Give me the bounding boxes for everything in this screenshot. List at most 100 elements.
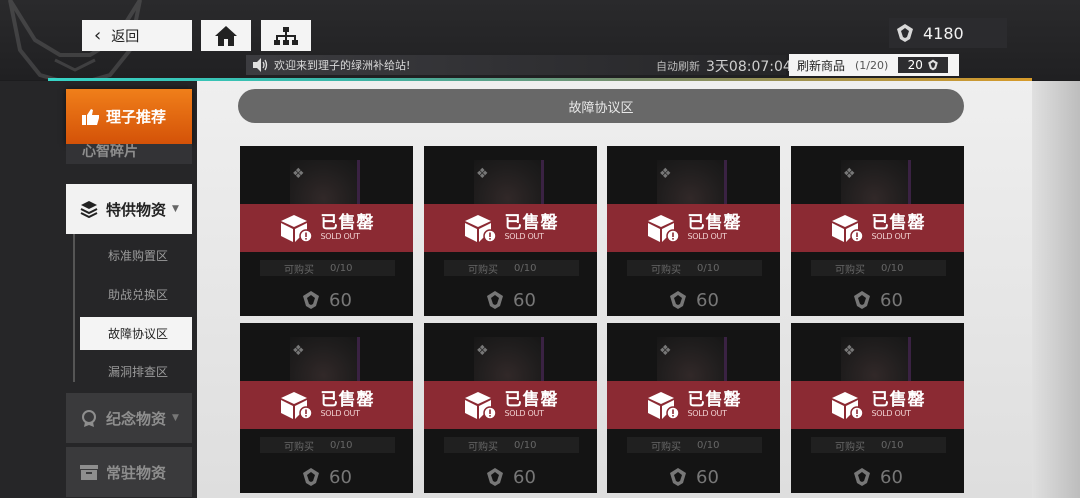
currency-emblem-icon <box>487 291 504 309</box>
price-value: 60 <box>513 466 536 488</box>
currency-emblem-icon <box>487 468 504 486</box>
product-card[interactable]: ❖ 已售罄 SOLD OUT 可购买 0/10 60 <box>240 146 413 316</box>
price: 60 <box>240 461 413 493</box>
sold-out-text: 已售罄 SOLD OUT <box>321 214 375 242</box>
box-icon <box>80 465 98 480</box>
sidebar-item-label: 理子推荐 <box>106 108 167 126</box>
price: 60 <box>424 284 597 316</box>
sold-out-label-en: SOLD OUT <box>687 232 727 241</box>
currency-emblem-icon <box>303 291 320 309</box>
sold-out-label: 已售罄 <box>504 390 559 410</box>
sidebar-subitem-standard[interactable]: 标准购置区 <box>80 239 192 272</box>
currency-emblem-icon <box>928 59 938 71</box>
price-value: 60 <box>696 289 719 311</box>
puzzle-piece-icon: ❖ <box>659 343 672 359</box>
thumbs-up-icon <box>82 108 99 125</box>
sidebar-subitem-fault-protocol[interactable]: 故障协议区 <box>80 317 192 350</box>
sold-out-box-icon <box>647 392 680 420</box>
purchase-limit-count: 0/10 <box>330 262 353 274</box>
auto-refresh-label: 自动刷新 <box>656 60 700 73</box>
sitemap-button[interactable] <box>261 20 311 51</box>
sold-out-label: 已售罄 <box>871 213 926 233</box>
sold-out-text: 已售罄 SOLD OUT <box>688 214 742 242</box>
purchase-limit: 可购买 0/10 <box>444 260 579 276</box>
price-value: 60 <box>880 289 903 311</box>
sold-out-label: 已售罄 <box>687 213 742 233</box>
sold-out-text: 已售罄 SOLD OUT <box>505 391 559 419</box>
purchase-limit-label: 可购买 <box>468 264 498 276</box>
sidebar-item-recommend[interactable]: 理子推荐 <box>66 89 192 144</box>
zone-title-bar: 故障协议区 <box>238 89 964 123</box>
sidebar-subitem-label: 标准购置区 <box>108 249 169 263</box>
price: 60 <box>424 461 597 493</box>
sidebar-subitem-label: 漏洞排查区 <box>108 365 169 379</box>
sold-out-label-en: SOLD OUT <box>504 232 544 241</box>
product-card[interactable]: ❖ 已售罄 SOLD OUT 可购买 0/10 60 <box>240 323 413 493</box>
puzzle-piece-icon: ❖ <box>843 343 856 359</box>
sold-out-label: 已售罄 <box>320 390 375 410</box>
sold-out-box-icon <box>464 215 497 243</box>
sold-out-label-en: SOLD OUT <box>504 409 544 418</box>
sold-out-box-icon <box>280 215 313 243</box>
purchase-limit: 可购买 0/10 <box>627 260 762 276</box>
purchase-limit: 可购买 0/10 <box>444 437 579 453</box>
sidebar-item-memorial[interactable]: 纪念物资 ▼ <box>66 393 192 443</box>
sold-out-banner: 已售罄 SOLD OUT <box>607 381 780 429</box>
back-button[interactable]: ‹ 返回 <box>82 20 192 51</box>
purchase-limit: 可购买 0/10 <box>811 437 946 453</box>
price-value: 60 <box>880 466 903 488</box>
speaker-icon <box>253 58 268 72</box>
home-button[interactable] <box>201 20 251 51</box>
price: 60 <box>791 461 964 493</box>
sidebar-item-regular[interactable]: 常驻物资 <box>66 447 192 497</box>
currency-emblem-icon <box>854 468 871 486</box>
purchase-limit-label: 可购买 <box>835 264 865 276</box>
product-card[interactable]: ❖ 已售罄 SOLD OUT 可购买 0/10 60 <box>607 323 780 493</box>
puzzle-piece-icon: ❖ <box>476 343 489 359</box>
product-card[interactable]: ❖ 已售罄 SOLD OUT 可购买 0/10 60 <box>607 146 780 316</box>
currency-display: 4180 <box>889 18 1007 48</box>
sold-out-text: 已售罄 SOLD OUT <box>688 391 742 419</box>
purchase-limit: 可购买 0/10 <box>260 437 395 453</box>
sidebar-subitem-bug-check[interactable]: 漏洞排查区 <box>80 355 192 388</box>
caret-down-icon: ▼ <box>172 204 179 214</box>
purchase-limit: 可购买 0/10 <box>260 260 395 276</box>
refresh-cost: 20 <box>898 57 949 73</box>
sold-out-banner: 已售罄 SOLD OUT <box>240 204 413 252</box>
sold-out-label-en: SOLD OUT <box>871 232 911 241</box>
sidebar-item-label: 心智碎片 <box>82 144 138 160</box>
product-card[interactable]: ❖ 已售罄 SOLD OUT 可购买 0/10 60 <box>424 146 597 316</box>
price: 60 <box>791 284 964 316</box>
sold-out-label-en: SOLD OUT <box>320 232 360 241</box>
sold-out-label-en: SOLD OUT <box>320 409 360 418</box>
product-card[interactable]: ❖ 已售罄 SOLD OUT 可购买 0/10 60 <box>791 146 964 316</box>
sold-out-box-icon <box>647 215 680 243</box>
sidebar-subitem-label: 故障协议区 <box>108 327 169 341</box>
sold-out-box-icon <box>280 392 313 420</box>
refresh-cost-value: 20 <box>907 58 923 72</box>
sidebar-item-label: 特供物资 <box>106 200 167 219</box>
currency-value: 4180 <box>923 23 964 43</box>
sold-out-banner: 已售罄 SOLD OUT <box>424 204 597 252</box>
purchase-limit-label: 可购买 <box>284 441 314 453</box>
currency-emblem-icon <box>670 291 687 309</box>
purchase-limit-count: 0/10 <box>881 262 904 274</box>
sold-out-text: 已售罄 SOLD OUT <box>505 214 559 242</box>
product-card[interactable]: ❖ 已售罄 SOLD OUT 可购买 0/10 60 <box>791 323 964 493</box>
purchase-limit: 可购买 0/10 <box>811 260 946 276</box>
sidebar-item-mind-fragments[interactable]: 心智碎片 <box>66 144 192 164</box>
sold-out-label-en: SOLD OUT <box>687 409 727 418</box>
purchase-limit-label: 可购买 <box>651 264 681 276</box>
product-card[interactable]: ❖ 已售罄 SOLD OUT 可购买 0/10 60 <box>424 323 597 493</box>
sidebar-subitem-assist[interactable]: 助战兑换区 <box>80 278 192 311</box>
sidebar-item-label: 常驻物资 <box>106 463 167 482</box>
sidebar-item-special-supplies[interactable]: 特供物资 ▼ <box>66 184 192 234</box>
sidebar-item-label: 纪念物资 <box>106 409 167 428</box>
sold-out-box-icon <box>831 392 864 420</box>
refresh-goods-button[interactable]: 刷新商品 (1/20) 20 <box>789 54 959 76</box>
price: 60 <box>607 461 780 493</box>
price-value: 60 <box>513 289 536 311</box>
notice-bar: 欢迎来到理子的绿洲补给站! <box>246 55 786 75</box>
layers-icon <box>80 201 98 218</box>
currency-emblem-icon <box>854 291 871 309</box>
